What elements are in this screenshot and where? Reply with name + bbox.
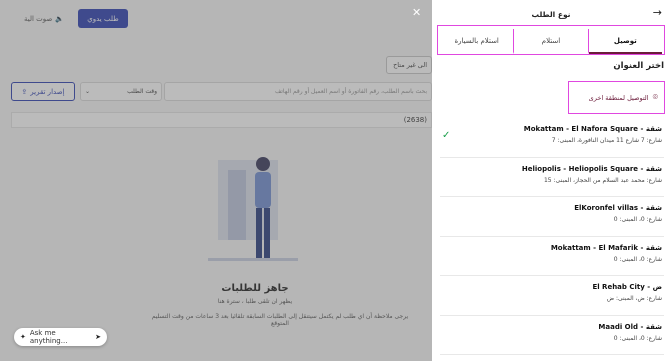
location-pin-icon: ⌾ bbox=[652, 92, 658, 103]
address-detail: شارع: 0، المبنى: 0 bbox=[613, 216, 662, 223]
address-list: شقة - Mokattam - El Nafora Square شارع: 7… bbox=[440, 118, 664, 355]
other-zone-label: التوصيل لمنطقة اخرى bbox=[588, 93, 649, 102]
address-item[interactable]: شقة - Heliopolis - Heliopolis Square شارع… bbox=[440, 158, 664, 197]
address-detail: شارع: 0، المبنى: 0 bbox=[613, 255, 662, 263]
address-item[interactable]: شقة - ElKoronfel villas شارع: 0، المبنى: … bbox=[440, 197, 664, 237]
address-name: شقة - ElKoronfel villas bbox=[574, 204, 662, 212]
order-type-drawer: → نوع الطلب توصيل استلام استلام بالسيارة… bbox=[432, 0, 670, 361]
drawer-title: نوع الطلب bbox=[531, 10, 571, 19]
close-icon[interactable]: ✕ bbox=[412, 6, 421, 19]
address-name: شقة - Mokattam - El Nafora Square bbox=[523, 125, 662, 133]
assistant-input[interactable]: ✦ Ask me anything... ➤ bbox=[14, 328, 107, 346]
send-icon[interactable]: ➤ bbox=[95, 333, 101, 341]
address-item[interactable]: ض - El Rehab City شارع: ض، المبنى: ض bbox=[440, 276, 664, 316]
address-detail: شارع: ض، المبنى: ض bbox=[606, 295, 662, 302]
tab-pickup[interactable]: استلام bbox=[514, 29, 589, 54]
order-type-tabs: توصيل استلام استلام بالسيارة bbox=[437, 25, 665, 55]
address-item[interactable]: شقة - Mokattam - El Mafarik شارع: 0، المب… bbox=[440, 237, 664, 276]
tab-delivery[interactable]: توصيل bbox=[588, 29, 662, 54]
address-name: ض - El Rehab City bbox=[592, 283, 662, 291]
other-zone-button[interactable]: ⌾ التوصيل لمنطقة اخرى bbox=[568, 81, 665, 114]
address-detail: شارع: 0، المبنى: 0 bbox=[613, 334, 662, 342]
address-name: شقة - Mokattam - El Mafarik bbox=[550, 243, 662, 252]
address-name: شقة - Heliopolis - Heliopolis Square bbox=[521, 164, 662, 173]
modal-overlay[interactable] bbox=[0, 0, 432, 361]
tab-car-pickup[interactable]: استلام بالسيارة bbox=[440, 29, 515, 54]
address-item[interactable]: شقة - Mokattam - El Nafora Square شارع: 7… bbox=[440, 118, 664, 158]
address-detail: شارع: 7 شارع 11 ميدان النافورة، المبنى: … bbox=[551, 137, 662, 144]
address-item[interactable]: شقة - Maadi Old شارع: 0، المبنى: 0 bbox=[440, 316, 664, 355]
check-icon: ✓ bbox=[442, 130, 451, 141]
address-heading: اختر العنوان bbox=[613, 61, 664, 71]
address-name: شقة - Maadi Old bbox=[598, 322, 662, 331]
assistant-placeholder: Ask me anything... bbox=[29, 329, 68, 345]
address-detail: شارع: محمد عبد السلام من الحجاز، المبنى:… bbox=[543, 176, 662, 184]
